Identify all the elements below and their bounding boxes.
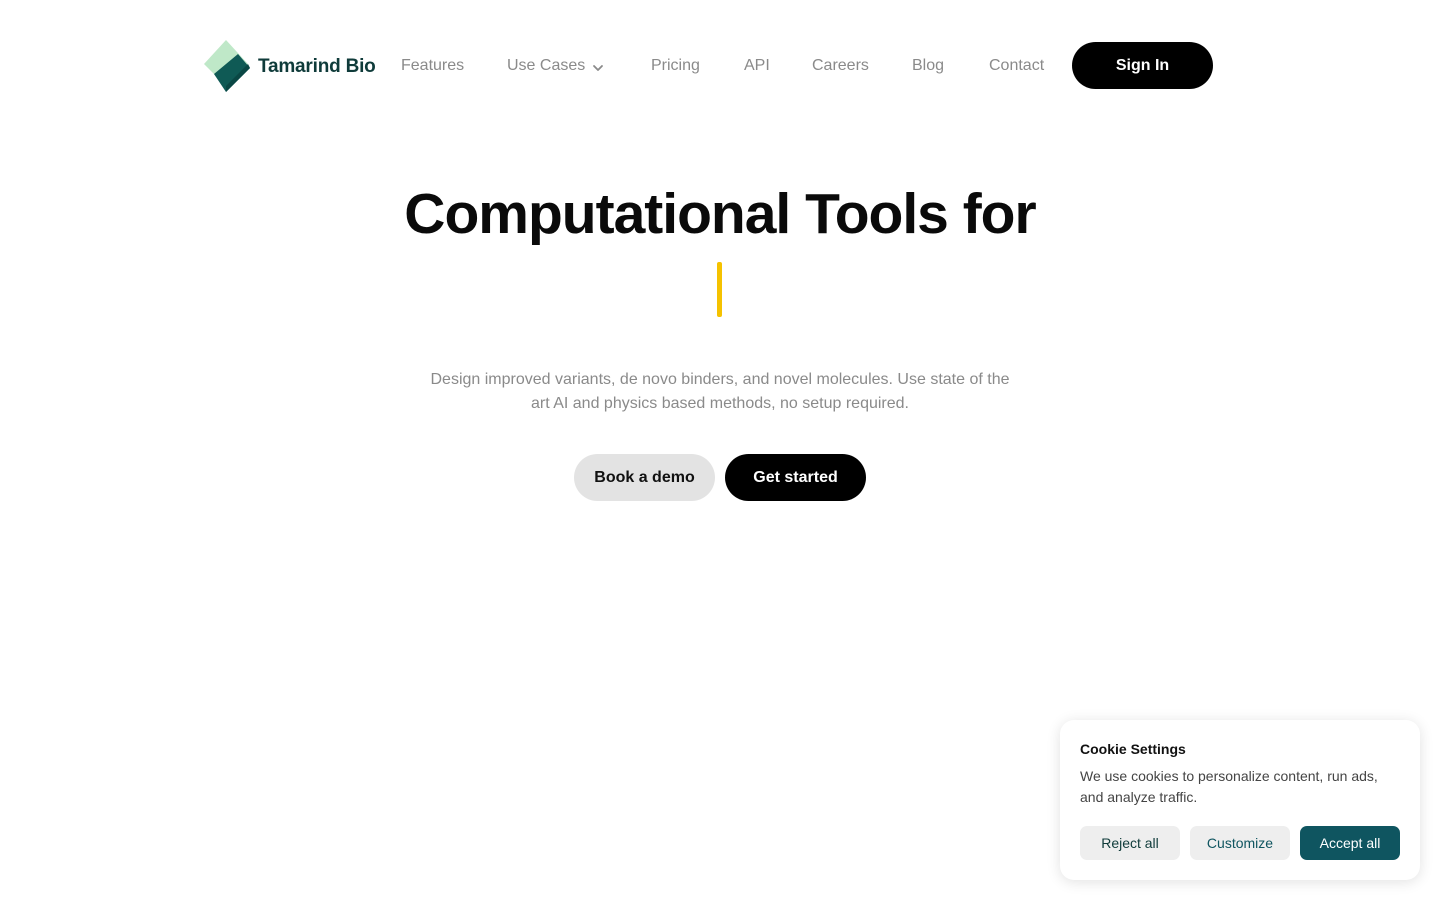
- hero-subtitle: Design improved variants, de novo binder…: [430, 371, 1010, 412]
- accept-all-button[interactable]: Accept all: [1300, 826, 1400, 860]
- nav-item-use-cases[interactable]: Use Cases: [507, 54, 605, 78]
- nav-item-features[interactable]: Features: [401, 54, 464, 78]
- cookie-text: We use cookies to personalize content, r…: [1080, 768, 1378, 805]
- cookie-banner: Cookie Settings We use cookies to person…: [1060, 720, 1420, 880]
- book-demo-button[interactable]: Book a demo: [574, 454, 715, 501]
- cookie-actions: Reject all Customize Accept all: [1080, 826, 1400, 860]
- nav-item-pricing[interactable]: Pricing: [651, 54, 700, 78]
- sign-in-button[interactable]: Sign In: [1072, 42, 1213, 89]
- nav-item-use-cases-label: Use Cases: [507, 57, 586, 74]
- cookie-title: Cookie Settings: [1080, 741, 1186, 757]
- nav-item-careers[interactable]: Careers: [812, 54, 869, 78]
- typing-cursor: [717, 262, 722, 317]
- nav-item-contact[interactable]: Contact: [989, 54, 1044, 78]
- chevron-down-icon: [591, 59, 605, 73]
- hero-title: Computational Tools for: [404, 182, 1036, 246]
- nav-item-api[interactable]: API: [744, 54, 770, 78]
- main-nav: Features Use Cases Pricing API Careers B…: [0, 54, 1440, 80]
- get-started-button[interactable]: Get started: [725, 454, 866, 501]
- reject-all-button[interactable]: Reject all: [1080, 826, 1180, 860]
- customize-button[interactable]: Customize: [1190, 826, 1290, 860]
- nav-item-blog[interactable]: Blog: [912, 54, 944, 78]
- site-header: Tamarind Bio Features Use Cases Pricing …: [0, 0, 1440, 130]
